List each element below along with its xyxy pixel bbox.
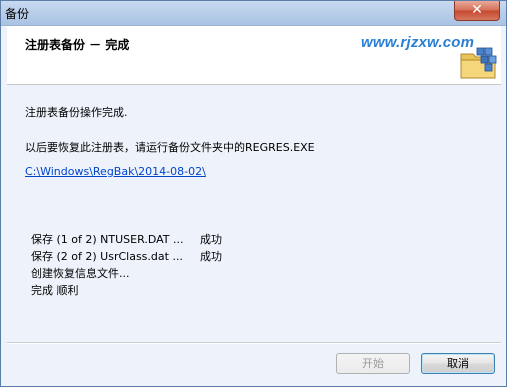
- registry-folder-icon: [460, 47, 497, 79]
- log-line-1: 保存 (1 of 2) NTUSER.DAT ...: [31, 233, 184, 246]
- log-line-2: 保存 (2 of 2) UsrClass.dat ...: [31, 250, 183, 263]
- backup-path-link[interactable]: C:\Windows\RegBak\2014-08-02\: [25, 165, 206, 178]
- page-title: 注册表备份 － 完成: [25, 38, 130, 52]
- log-line-3: 创建恢复信息文件...: [31, 267, 130, 280]
- content-area: 注册表备份操作完成. 以后要恢复此注册表，请运行备份文件夹中的REGRES.EX…: [7, 85, 501, 341]
- log-line-4: 完成 顺利: [31, 284, 79, 297]
- window-title: 备份: [5, 7, 30, 21]
- backup-dialog: 备份 ✕ 注册表备份 － 完成 www.rjzxw.com 注册表备份操作完成.…: [0, 0, 507, 387]
- restore-instruction: 以后要恢复此注册表，请运行备份文件夹中的REGRES.EXE: [25, 141, 315, 154]
- cancel-button[interactable]: 取消: [421, 353, 495, 374]
- log-status-1: 成功: [200, 233, 222, 246]
- footer-divider: [7, 342, 501, 344]
- header-panel: 注册表备份 － 完成 www.rjzxw.com: [7, 26, 501, 85]
- title-bar[interactable]: 备份 ✕: [1, 1, 506, 26]
- close-button[interactable]: ✕: [454, 1, 500, 21]
- watermark-logo: www.rjzxw.com: [361, 34, 475, 51]
- status-message: 注册表备份操作完成.: [25, 106, 128, 119]
- log-status-2: 成功: [200, 250, 222, 263]
- start-button[interactable]: 开始: [336, 353, 410, 374]
